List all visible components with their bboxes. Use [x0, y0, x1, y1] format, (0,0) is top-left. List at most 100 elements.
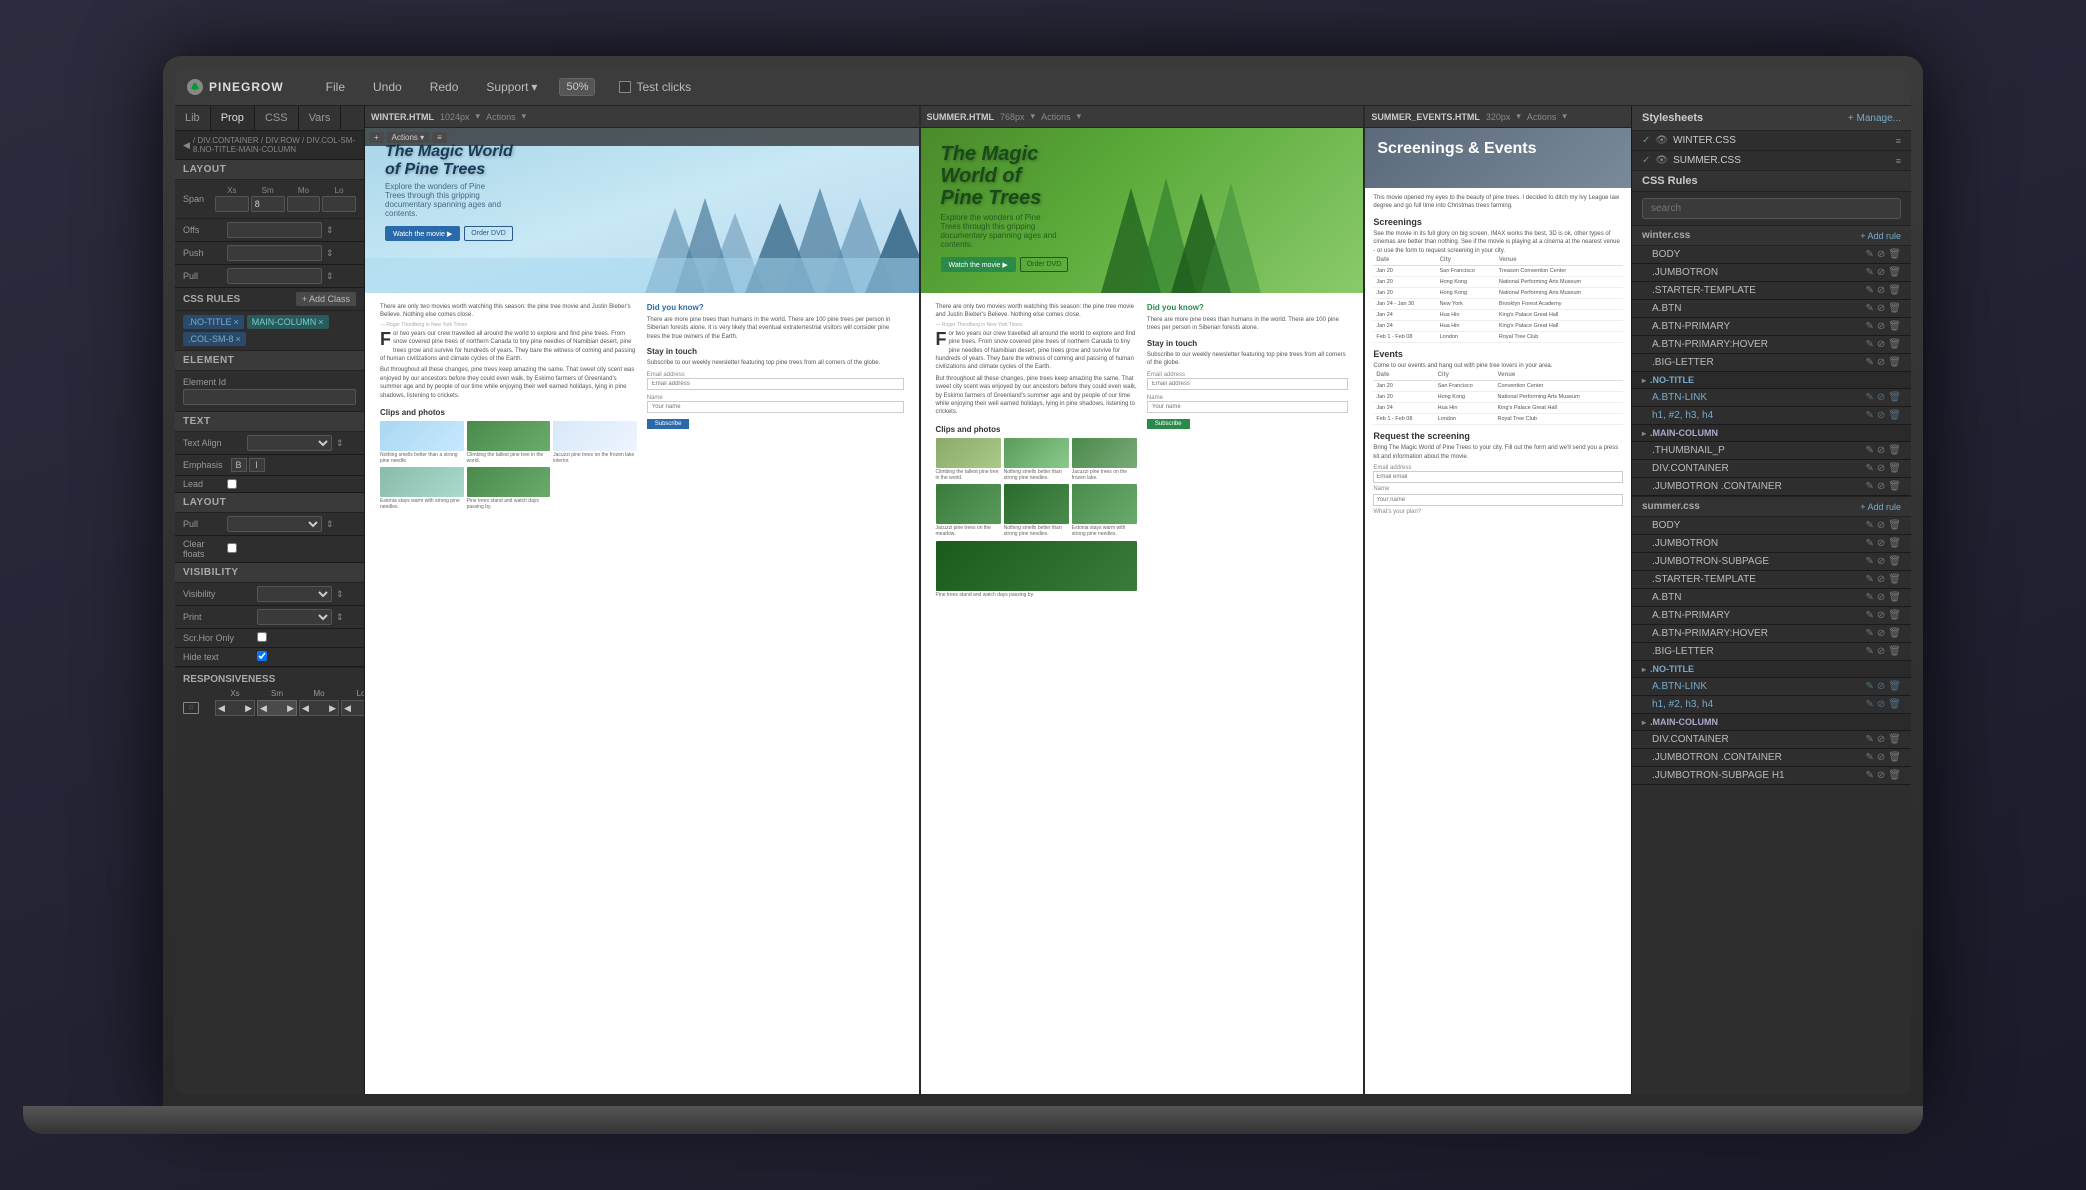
summer-actions-btn[interactable]: Actions [1041, 112, 1071, 122]
css-rule-jumbsubpageh1-summer[interactable]: .JUMBOTRON-SUBPAGE H1 ✎⊘🗑 [1632, 767, 1911, 785]
css-rule-bigletter-summer[interactable]: .BIG-LETTER ✎⊘🗑 [1632, 643, 1911, 661]
span-xs-input[interactable]: Xs [215, 186, 249, 212]
span-lo-input[interactable]: Lo [322, 186, 356, 212]
winter-eye-icon[interactable]: 👁 [1655, 135, 1668, 146]
winter-name-input[interactable] [647, 401, 904, 413]
manage-btn[interactable]: + Manage... [1848, 113, 1901, 124]
css-rule-starter-summer[interactable]: .STARTER-TEMPLATE ✎⊘🗑 [1632, 571, 1911, 589]
css-rule-abtnprimaryhover-winter[interactable]: A.BTN-PRIMARY:HOVER ✎⊘🗑 [1632, 336, 1911, 354]
scrhor-checkbox[interactable] [257, 632, 267, 642]
css-rule-abtnprimary-winter[interactable]: A.BTN-PRIMARY ✎⊘🗑 [1632, 318, 1911, 336]
lead-checkbox[interactable] [227, 479, 237, 489]
winter-scroll[interactable]: + Actions ▾ ≡ [365, 128, 919, 1094]
pull-icon[interactable]: ⇕ [326, 271, 356, 282]
offs-input[interactable] [227, 222, 322, 238]
bold-btn[interactable]: B [231, 458, 247, 472]
zoom-badge[interactable]: 50% [559, 78, 595, 96]
winter-overlay-menu[interactable]: ≡ [432, 132, 447, 143]
span-mo-field[interactable] [287, 196, 321, 212]
span-mo-input[interactable]: Mo [287, 186, 321, 212]
css-rule-jumbotron-winter[interactable]: .JUMBOTRON ✎⊘🗑 [1632, 264, 1911, 282]
req-name-input[interactable] [1373, 494, 1623, 506]
mo-stepper[interactable]: ◀▶ [299, 700, 339, 716]
file-menu[interactable]: File [320, 76, 351, 98]
push-input[interactable] [227, 245, 322, 261]
visibility-icon[interactable]: ⇕ [336, 589, 356, 600]
winter-actions-btn[interactable]: Actions [486, 112, 516, 122]
css-rule-thumbnailp-winter[interactable]: .THUMBNAIL_P ✎⊘🗑 [1632, 442, 1911, 460]
span-sm-input[interactable]: Sm [251, 186, 285, 212]
support-menu[interactable]: Support ▾ [480, 76, 543, 98]
push-icon[interactable]: ⇕ [326, 248, 356, 259]
print-select[interactable] [257, 609, 332, 625]
winter-watch-btn[interactable]: Watch the movie ▶ [385, 226, 460, 241]
pull-select[interactable] [227, 516, 322, 532]
visibility-select[interactable] [257, 586, 332, 602]
add-class-btn[interactable]: + Add Class [296, 292, 356, 306]
summer-css-menu[interactable]: ≡ [1896, 156, 1901, 166]
tab-prop[interactable]: Prop [211, 106, 255, 130]
lo-stepper[interactable]: ◀▶ [341, 700, 365, 716]
tab-lib[interactable]: Lib [175, 106, 211, 130]
summer-add-rule-btn[interactable]: + Add rule [1860, 502, 1901, 512]
test-clicks-checkbox[interactable] [619, 81, 631, 93]
summer-subscribe-btn[interactable]: Subscribe [1147, 419, 1190, 429]
css-rule-bigletter-winter[interactable]: .BIG-LETTER ✎⊘🗑 [1632, 354, 1911, 372]
css-rule-jumbotron-summer[interactable]: .JUMBOTRON ✎⊘🗑 [1632, 535, 1911, 553]
css-rule-abtnprimaryhover-summer[interactable]: A.BTN-PRIMARY:HOVER ✎⊘🗑 [1632, 625, 1911, 643]
pull-icon2[interactable]: ⇕ [326, 519, 356, 530]
text-align-icon[interactable]: ⇕ [336, 438, 356, 449]
css-rule-divcontainer-winter[interactable]: DIV.CONTAINER ✎⊘🗑 [1632, 460, 1911, 478]
css-rule-abtnlink-winter[interactable]: A.BTN-LINK ✎⊘🗑 [1632, 389, 1911, 407]
span-xs-field[interactable] [215, 196, 249, 212]
offs-icon[interactable]: ⇕ [326, 225, 356, 236]
clear-floats-checkbox[interactable] [227, 543, 237, 553]
tab-vars[interactable]: Vars [299, 106, 342, 130]
css-rule-jumbsubpage-summer[interactable]: .JUMBOTRON-SUBPAGE ✎⊘🗑 [1632, 553, 1911, 571]
winter-order-btn[interactable]: Order DVD [464, 226, 513, 241]
redo-menu[interactable]: Redo [424, 76, 465, 98]
tag-no-title[interactable]: .NO-TITLE × [183, 315, 244, 329]
tag-main-column[interactable]: MAIN-COLUMN × [247, 315, 329, 329]
winter-overlay-add[interactable]: + [369, 132, 384, 143]
css-rule-h1h4-summer[interactable]: h1, #2, h3, h4 ✎⊘🗑 [1632, 696, 1911, 714]
events-actions-btn[interactable]: Actions [1527, 112, 1557, 122]
print-icon[interactable]: ⇕ [336, 612, 356, 623]
pull-input[interactable] [227, 268, 322, 284]
winter-subscribe-btn[interactable]: Subscribe [647, 419, 690, 429]
css-rule-jumbcontainer-summer[interactable]: .JUMBOTRON .CONTAINER ✎⊘🗑 [1632, 749, 1911, 767]
element-id-input[interactable] [183, 389, 356, 405]
winter-css-menu[interactable]: ≡ [1896, 136, 1901, 146]
back-arrow-icon[interactable]: ◀ [183, 140, 190, 151]
css-rule-abtnprimary-summer[interactable]: A.BTN-PRIMARY ✎⊘🗑 [1632, 607, 1911, 625]
css-rule-body-summer[interactable]: BODY ✎⊘🗑 [1632, 517, 1911, 535]
tab-css[interactable]: CSS [255, 106, 299, 130]
xs-stepper[interactable]: ◀▶ [215, 700, 255, 716]
css-search-input[interactable] [1642, 198, 1901, 219]
css-rule-abtnlink-summer[interactable]: A.BTN-LINK ✎⊘🗑 [1632, 678, 1911, 696]
summer-watch-btn[interactable]: Watch the movie ▶ [941, 257, 1016, 272]
css-rule-abtn-winter[interactable]: A.BTN ✎⊘🗑 [1632, 300, 1911, 318]
span-sm-field[interactable] [251, 196, 285, 212]
summer-name-input[interactable] [1147, 401, 1348, 413]
css-rule-h1h4-winter[interactable]: h1, #2, h3, h4 ✎⊘🗑 [1632, 407, 1911, 425]
css-rule-divcontainer-summer[interactable]: DIV.CONTAINER ✎⊘🗑 [1632, 731, 1911, 749]
summer-order-btn[interactable]: Order DVD [1020, 257, 1069, 272]
winter-add-rule-btn[interactable]: + Add rule [1860, 231, 1901, 241]
italic-btn[interactable]: I [249, 458, 265, 472]
tag-col-sm-8[interactable]: .COL-SM-8 × [183, 332, 246, 346]
undo-menu[interactable]: Undo [367, 76, 408, 98]
css-rule-starter-winter[interactable]: .STARTER-TEMPLATE ✎⊘🗑 [1632, 282, 1911, 300]
text-align-select[interactable] [247, 435, 332, 451]
winter-email-input[interactable] [647, 378, 904, 390]
winter-overlay-actions[interactable]: Actions ▾ [387, 132, 429, 143]
test-clicks-btn[interactable]: Test clicks [619, 80, 691, 94]
span-lo-field[interactable] [322, 196, 356, 212]
events-scroll[interactable]: Screenings & Events This movie opened my… [1365, 128, 1631, 1094]
summer-eye-icon[interactable]: 👁 [1655, 155, 1668, 166]
sm-stepper[interactable]: ◀▶ [257, 700, 297, 716]
css-rule-jumbcontainer-winter[interactable]: .JUMBOTRON .CONTAINER ✎⊘🗑 [1632, 478, 1911, 496]
css-rule-abtn-summer[interactable]: A.BTN ✎⊘🗑 [1632, 589, 1911, 607]
hidetext-checkbox[interactable] [257, 651, 267, 661]
summer-scroll[interactable]: The Magic World of Pine Trees Explore th… [921, 128, 1364, 1094]
